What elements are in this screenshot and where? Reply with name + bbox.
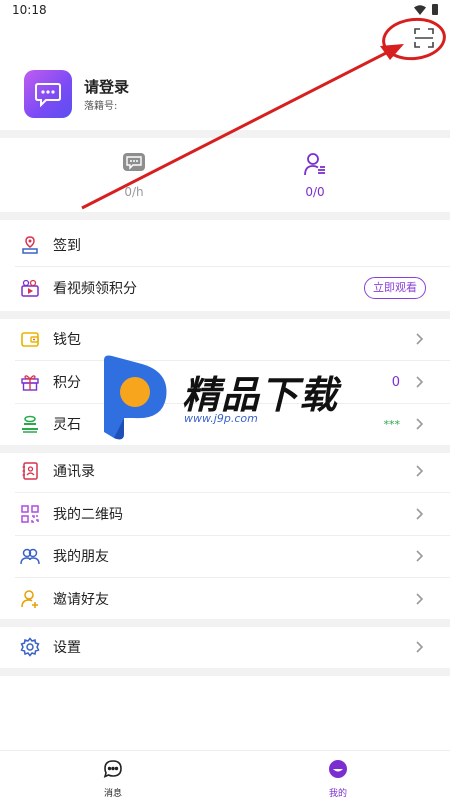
menu-item-label: 灵石 [53,417,81,433]
menu-item-label: 积分 [53,375,81,391]
section-gap [0,130,450,138]
status-icons [414,4,438,15]
profile-icon [329,760,347,778]
chevron-right-icon [416,550,424,562]
contacts-book-icon [20,461,40,481]
menu-item-my-friends[interactable]: 我的朋友 [0,535,450,577]
checkin-icon [20,235,40,255]
watch-now-button[interactable]: 立即观看 [364,277,426,299]
menu-item-my-qrcode[interactable]: 我的二维码 [0,493,450,535]
friends-icon [20,546,40,566]
gift-icon [20,372,40,392]
watermark-title: 精品下载 [182,373,339,417]
annotation-circle [379,14,449,64]
watermark-url: www.j9p.com [184,412,258,425]
stats-panel: 0/h 0/0 [0,138,450,212]
gear-icon [20,637,40,657]
menu-item-label: 设置 [53,640,81,656]
menu-item-label: 邀请好友 [53,592,109,608]
wifi-icon [414,4,426,15]
chevron-right-icon [416,333,424,345]
points-value: 0 [391,374,400,390]
chevron-right-icon [416,376,424,388]
tab-me[interactable]: 我的 [308,759,368,799]
wallet-icon [20,329,40,349]
menu-item-label: 我的朋友 [53,549,109,565]
user-list-icon [304,153,325,176]
watermark-logo-icon [104,355,167,440]
invite-user-icon [20,589,40,609]
chat-icon [103,760,122,778]
watermark: 精品下载 www.j9p.com [98,354,358,444]
menu-item-label: 通讯录 [53,464,95,480]
menu-item-contacts[interactable]: 通讯录 [0,450,450,492]
chat-bubble-icon [35,83,61,107]
stat-friends[interactable]: 0/0 [275,152,355,199]
bottom-tab-bar: 消息 我的 [0,750,450,800]
chevron-right-icon [416,641,424,653]
stat-messages[interactable]: 0/h [94,152,174,199]
profile-header[interactable]: 请登录 落籍号: [0,64,450,128]
chevron-right-icon [416,465,424,477]
stat-friends-value: 0/0 [305,185,325,199]
menu-item-invite-friends[interactable]: 邀请好友 [0,578,450,620]
stat-messages-value: 0/h [124,185,144,199]
stone-stack-icon [20,414,40,434]
menu-item-watch-video[interactable]: 看视频领积分 立即观看 [0,267,450,309]
menu-item-label: 签到 [53,238,81,254]
video-gift-icon [20,278,40,298]
section-gap [0,212,450,220]
status-time: 10:18 [12,3,47,17]
menu-item-label: 钱包 [53,332,81,348]
tab-label: 消息 [103,789,122,799]
battery-icon [432,4,438,15]
avatar[interactable] [24,70,72,118]
menu-item-settings[interactable]: 设置 [0,626,450,668]
menu-item-checkin[interactable]: 签到 [0,224,450,266]
spirit-stone-value: *** [383,417,401,431]
status-bar: 10:18 [0,0,450,22]
account-id-label: 落籍号: [84,101,118,112]
login-prompt[interactable]: 请登录 [84,76,129,97]
chevron-right-icon [416,508,424,520]
section-gap [0,668,450,676]
qrcode-icon [20,504,40,524]
chevron-right-icon [416,593,424,605]
chat-box-icon [123,153,145,171]
menu-item-label: 看视频领积分 [53,281,137,297]
tab-messages[interactable]: 消息 [83,759,143,799]
tab-label: 我的 [328,789,347,799]
menu-item-label: 我的二维码 [53,507,123,523]
chevron-right-icon [416,418,424,430]
